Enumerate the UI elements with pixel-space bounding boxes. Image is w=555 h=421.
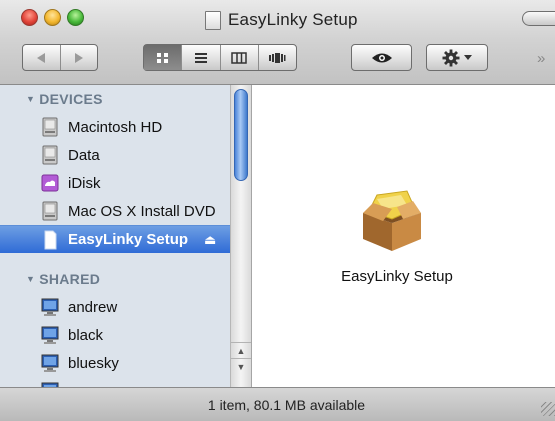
hard-drive-icon <box>42 145 58 165</box>
forward-arrow-icon <box>74 52 83 63</box>
sidebar-item-bluesky[interactable]: bluesky <box>0 349 230 377</box>
sidebar-item-install-dvd[interactable]: Mac OS X Install DVD <box>0 197 230 225</box>
status-bar: 1 item, 80.1 MB available <box>0 387 555 421</box>
icon-view-icon <box>156 52 168 63</box>
computer-icon <box>41 298 59 316</box>
scrollbar-thumb[interactable] <box>234 89 248 181</box>
back-arrow-icon <box>37 52 46 63</box>
disk-image-icon <box>205 10 221 30</box>
disk-image-icon <box>44 230 57 249</box>
column-view-button[interactable] <box>221 45 259 70</box>
sidebar-scrollbar[interactable]: ▲ ▼ <box>230 85 252 387</box>
idisk-icon <box>41 174 59 192</box>
icon-view-button[interactable] <box>144 45 183 70</box>
quick-look-button[interactable] <box>351 44 412 71</box>
sidebar-item-label: black <box>68 326 104 344</box>
status-text: 1 item, 80.1 MB available <box>207 397 366 413</box>
hard-drive-icon <box>42 117 58 137</box>
cover-flow-view-button[interactable] <box>259 45 296 70</box>
sidebar-item-easylinky-setup[interactable]: EasyLinky Setup ⏏ <box>0 225 230 253</box>
shared-header-label: SHARED <box>39 271 101 287</box>
title-bar: EasyLinky Setup » <box>0 0 555 85</box>
finder-window: EasyLinky Setup » ▼ DEVICES Macintosh HD… <box>0 0 555 421</box>
column-view-icon <box>231 51 247 64</box>
nav-button-group <box>22 44 98 71</box>
file-item-label[interactable]: EasyLinky Setup <box>252 268 542 285</box>
zoom-button[interactable] <box>67 9 84 26</box>
sidebar: ▼ DEVICES Macintosh HD Data iDisk Mac OS… <box>0 85 230 387</box>
action-menu-button[interactable] <box>426 44 488 71</box>
resize-grip-icon[interactable] <box>541 402 555 416</box>
sidebar-item-label: bluesky <box>68 354 119 372</box>
package-icon[interactable] <box>357 189 427 253</box>
devices-header[interactable]: ▼ DEVICES <box>26 91 103 107</box>
gear-icon <box>442 49 460 66</box>
close-button[interactable] <box>21 9 38 26</box>
devices-header-label: DEVICES <box>39 91 103 107</box>
minimize-button[interactable] <box>44 9 61 26</box>
toolbar-overflow-icon[interactable]: » <box>537 50 546 67</box>
sidebar-item-label: andrew <box>68 298 118 316</box>
sidebar-item-idisk[interactable]: iDisk <box>0 169 230 197</box>
sidebar-item-label: EasyLinky Setup <box>68 231 189 248</box>
sidebar-item-label: Data <box>68 146 100 164</box>
window-title: EasyLinky Setup <box>228 10 358 29</box>
file-browser-content: EasyLinky Setup <box>252 85 555 387</box>
window-title-area: EasyLinky Setup <box>205 8 358 32</box>
toolbar-toggle-button[interactable] <box>522 11 555 26</box>
list-view-button[interactable] <box>182 45 221 70</box>
forward-button[interactable] <box>61 45 98 70</box>
scroll-up-arrow[interactable]: ▲ <box>231 342 251 358</box>
eye-icon <box>371 53 392 62</box>
chevron-down-icon <box>464 54 472 60</box>
scroll-down-arrow[interactable]: ▼ <box>231 358 251 374</box>
sidebar-item-label: iDisk <box>68 174 101 192</box>
list-view-icon <box>194 52 207 63</box>
dvd-drive-icon <box>42 201 58 221</box>
sidebar-item-data[interactable]: Data <box>0 141 230 169</box>
sidebar-item-black[interactable]: black <box>0 321 230 349</box>
computer-icon <box>41 326 59 344</box>
back-button[interactable] <box>23 45 61 70</box>
shared-header[interactable]: ▼ SHARED <box>26 271 100 287</box>
sidebar-item-macintosh-hd[interactable]: Macintosh HD <box>0 113 230 141</box>
sidebar-item-andrew[interactable]: andrew <box>0 293 230 321</box>
view-mode-group <box>143 44 297 71</box>
sidebar-item-partial[interactable] <box>0 377 230 387</box>
eject-icon[interactable]: ⏏ <box>204 232 216 248</box>
computer-icon <box>41 354 59 372</box>
sidebar-item-label: Macintosh HD <box>68 118 163 136</box>
cover-flow-icon <box>269 52 286 63</box>
sidebar-item-label: Mac OS X Install DVD <box>68 202 216 220</box>
